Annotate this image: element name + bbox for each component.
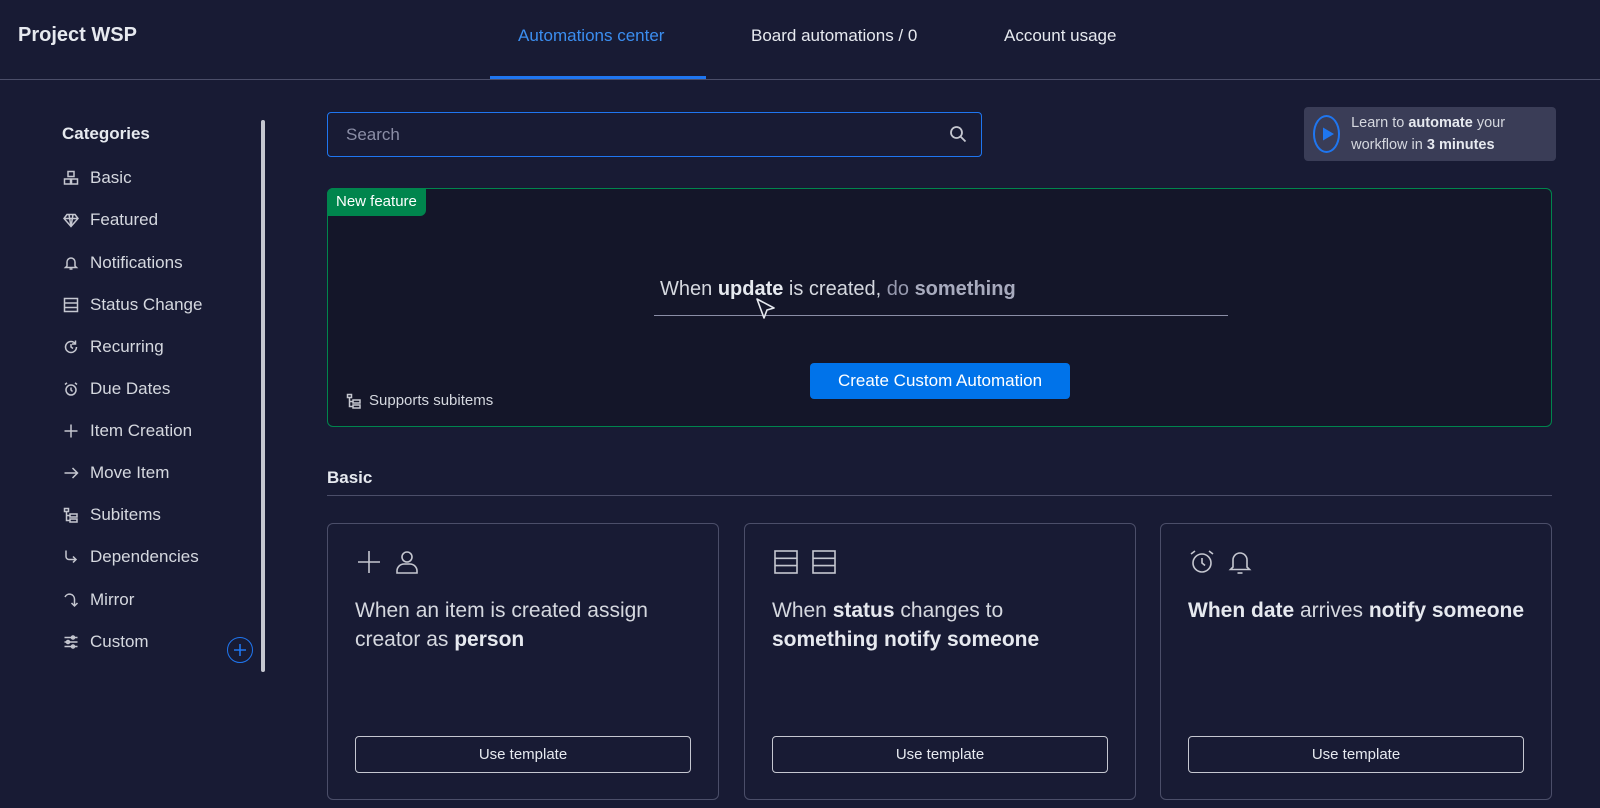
bell-icon bbox=[1228, 552, 1252, 574]
dependency-icon bbox=[62, 548, 80, 566]
template-card-date-notify[interactable]: When date arrives notify someone Use tem… bbox=[1160, 523, 1552, 800]
template-card-assign-creator[interactable]: When an item is created assign creator a… bbox=[327, 523, 719, 800]
search-input[interactable] bbox=[346, 123, 926, 147]
sidebar-scrollbar[interactable] bbox=[261, 120, 265, 672]
subitems-icon bbox=[346, 393, 361, 409]
learn-automate-video-card[interactable]: Learn to automate your workflow in 3 min… bbox=[1304, 107, 1556, 161]
custom-automation-banner: New feature When update is created, do s… bbox=[327, 188, 1552, 427]
use-template-button[interactable]: Use template bbox=[1188, 736, 1524, 773]
category-label: Recurring bbox=[90, 337, 164, 356]
category-mirror[interactable]: Mirror bbox=[62, 586, 134, 614]
search-box[interactable] bbox=[327, 112, 982, 157]
category-recurring[interactable]: Recurring bbox=[62, 333, 164, 361]
category-due-dates[interactable]: Due Dates bbox=[62, 375, 170, 403]
learn-text: Learn to automate your workflow in 3 min… bbox=[1351, 115, 1506, 153]
top-header: Project WSP Automations center Board aut… bbox=[0, 0, 1600, 80]
supports-subitems-note: Supports subitems bbox=[346, 392, 493, 409]
search-icon[interactable] bbox=[949, 125, 967, 143]
category-notifications[interactable]: Notifications bbox=[62, 249, 183, 277]
active-tab-indicator bbox=[490, 76, 706, 79]
tab-account-usage[interactable]: Account usage bbox=[1004, 26, 1116, 46]
use-template-button[interactable]: Use template bbox=[355, 736, 691, 773]
alarm-icon bbox=[1190, 550, 1214, 573]
status-icon bbox=[812, 550, 836, 574]
basic-icon bbox=[62, 169, 80, 187]
category-label: Basic bbox=[90, 168, 132, 187]
category-custom[interactable]: Custom bbox=[62, 628, 149, 656]
category-label: Status Change bbox=[90, 295, 203, 314]
category-label: Custom bbox=[90, 632, 149, 651]
status-icon bbox=[62, 296, 80, 314]
section-title-basic: Basic bbox=[327, 468, 373, 487]
category-subitems[interactable]: Subitems bbox=[62, 501, 161, 529]
project-title: Project WSP bbox=[18, 24, 137, 46]
section-divider bbox=[327, 495, 1552, 496]
plus-icon bbox=[62, 422, 80, 440]
add-category-button[interactable] bbox=[227, 637, 253, 663]
arrow-right-icon bbox=[62, 464, 80, 482]
category-label: Featured bbox=[90, 210, 159, 229]
category-label: Due Dates bbox=[90, 379, 171, 398]
category-label: Subitems bbox=[90, 505, 161, 524]
create-custom-automation-button[interactable]: Create Custom Automation bbox=[810, 363, 1070, 399]
tab-automations-center[interactable]: Automations center bbox=[518, 26, 664, 46]
category-status-change[interactable]: Status Change bbox=[62, 291, 202, 319]
person-icon bbox=[396, 551, 418, 574]
category-label: Move Item bbox=[90, 463, 170, 482]
template-description: When an item is created assign creator a… bbox=[355, 599, 648, 651]
recurring-icon bbox=[62, 338, 80, 356]
bell-icon bbox=[62, 254, 80, 272]
mouse-pointer-icon bbox=[754, 297, 778, 323]
category-featured[interactable]: Featured bbox=[62, 206, 158, 234]
plus-icon bbox=[234, 644, 246, 656]
tab-board-automations[interactable]: Board automations / 0 bbox=[751, 26, 917, 46]
alarm-icon bbox=[62, 380, 80, 398]
plus-icon bbox=[358, 551, 380, 573]
category-basic[interactable]: Basic bbox=[62, 164, 132, 192]
categories-heading: Categories bbox=[62, 124, 150, 143]
mirror-icon bbox=[62, 591, 80, 609]
play-icon bbox=[1313, 115, 1341, 153]
status-icon bbox=[774, 550, 798, 574]
category-move-item[interactable]: Move Item bbox=[62, 459, 169, 487]
category-label: Dependencies bbox=[90, 547, 199, 566]
category-label: Item Creation bbox=[90, 421, 193, 440]
recipe-sentence: When update is created, do something bbox=[660, 278, 1016, 300]
use-template-button[interactable]: Use template bbox=[772, 736, 1108, 773]
recipe-underline bbox=[654, 315, 1228, 316]
category-item-creation[interactable]: Item Creation bbox=[62, 417, 192, 445]
category-label: Mirror bbox=[90, 590, 135, 609]
category-label: Notifications bbox=[90, 253, 183, 272]
subitems-icon bbox=[62, 506, 80, 524]
sliders-icon bbox=[62, 633, 80, 651]
diamond-icon bbox=[62, 211, 80, 229]
category-dependencies[interactable]: Dependencies bbox=[62, 543, 199, 571]
template-card-status-notify[interactable]: When status changes to something notify … bbox=[744, 523, 1136, 800]
template-description: When date arrives notify someone bbox=[1188, 599, 1525, 622]
new-feature-badge: New feature bbox=[327, 188, 426, 216]
template-description: When status changes to something notify … bbox=[772, 599, 1040, 651]
